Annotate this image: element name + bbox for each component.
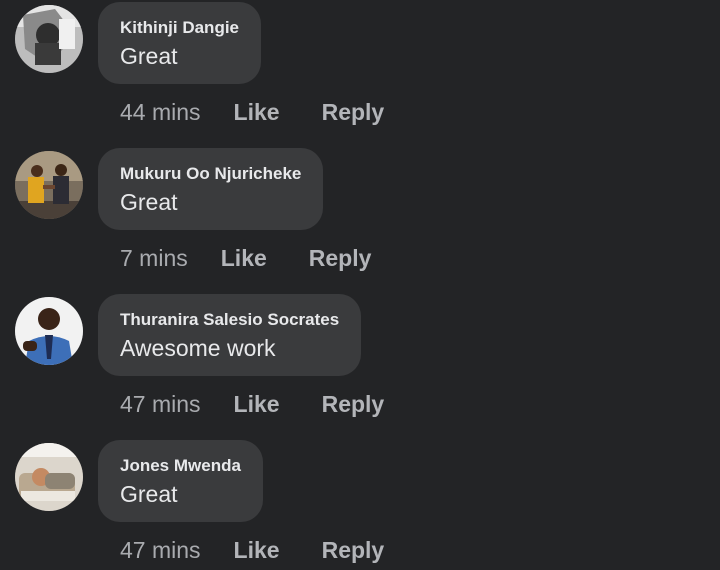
portrait-photo-avatar-icon bbox=[15, 297, 83, 365]
comment-author[interactable]: Jones Mwenda bbox=[120, 455, 241, 477]
like-button[interactable]: Like bbox=[234, 391, 280, 418]
like-button[interactable]: Like bbox=[234, 99, 280, 126]
comment-actions: 44 mins Like Reply bbox=[120, 97, 426, 127]
comment-timestamp[interactable]: 47 mins bbox=[120, 537, 201, 564]
comment-actions: 7 mins Like Reply bbox=[120, 243, 413, 273]
avatar[interactable] bbox=[15, 297, 83, 365]
comment-item: Kithinji Dangie Great 44 mins Like Reply bbox=[0, 2, 720, 148]
avatar[interactable] bbox=[15, 151, 83, 219]
comment-item: Mukuru Oo Njuricheke Great 7 mins Like R… bbox=[0, 148, 720, 294]
comment-actions: 47 mins Like Reply bbox=[120, 389, 426, 419]
like-button[interactable]: Like bbox=[221, 245, 267, 272]
handshake-photo-avatar-icon bbox=[15, 151, 83, 219]
comment-timestamp[interactable]: 7 mins bbox=[120, 245, 188, 272]
grayscale-photo-avatar-icon bbox=[15, 5, 83, 73]
comment-author[interactable]: Kithinji Dangie bbox=[120, 17, 239, 39]
reply-button[interactable]: Reply bbox=[309, 245, 372, 272]
comment-timestamp[interactable]: 47 mins bbox=[120, 391, 201, 418]
comment-text: Great bbox=[120, 43, 178, 69]
avatar[interactable] bbox=[15, 443, 83, 511]
comments-thread: Kithinji Dangie Great 44 mins Like Reply… bbox=[0, 0, 720, 570]
comment-bubble: Thuranira Salesio Socrates Awesome work bbox=[98, 294, 362, 376]
comment-text: Great bbox=[120, 481, 178, 507]
avatar[interactable] bbox=[15, 5, 83, 73]
comment-author[interactable]: Mukuru Oo Njuricheke bbox=[120, 163, 301, 185]
reply-button[interactable]: Reply bbox=[322, 99, 385, 126]
comment-text: Great bbox=[120, 189, 178, 215]
comment-item: Thuranira Salesio Socrates Awesome work … bbox=[0, 294, 720, 440]
comment-bubble: Jones Mwenda Great bbox=[98, 440, 263, 522]
reply-button[interactable]: Reply bbox=[322, 537, 385, 564]
reply-button[interactable]: Reply bbox=[322, 391, 385, 418]
like-button[interactable]: Like bbox=[234, 537, 280, 564]
comment-item: Jones Mwenda Great 47 mins Like Reply bbox=[0, 440, 720, 570]
comment-author[interactable]: Thuranira Salesio Socrates bbox=[120, 309, 339, 331]
comment-bubble: Kithinji Dangie Great bbox=[98, 2, 261, 84]
comment-actions: 47 mins Like Reply bbox=[120, 535, 426, 565]
comment-text: Awesome work bbox=[120, 335, 276, 361]
sleeping-person-photo-avatar-icon bbox=[15, 443, 83, 511]
comment-bubble: Mukuru Oo Njuricheke Great bbox=[98, 148, 324, 230]
comment-timestamp[interactable]: 44 mins bbox=[120, 99, 201, 126]
